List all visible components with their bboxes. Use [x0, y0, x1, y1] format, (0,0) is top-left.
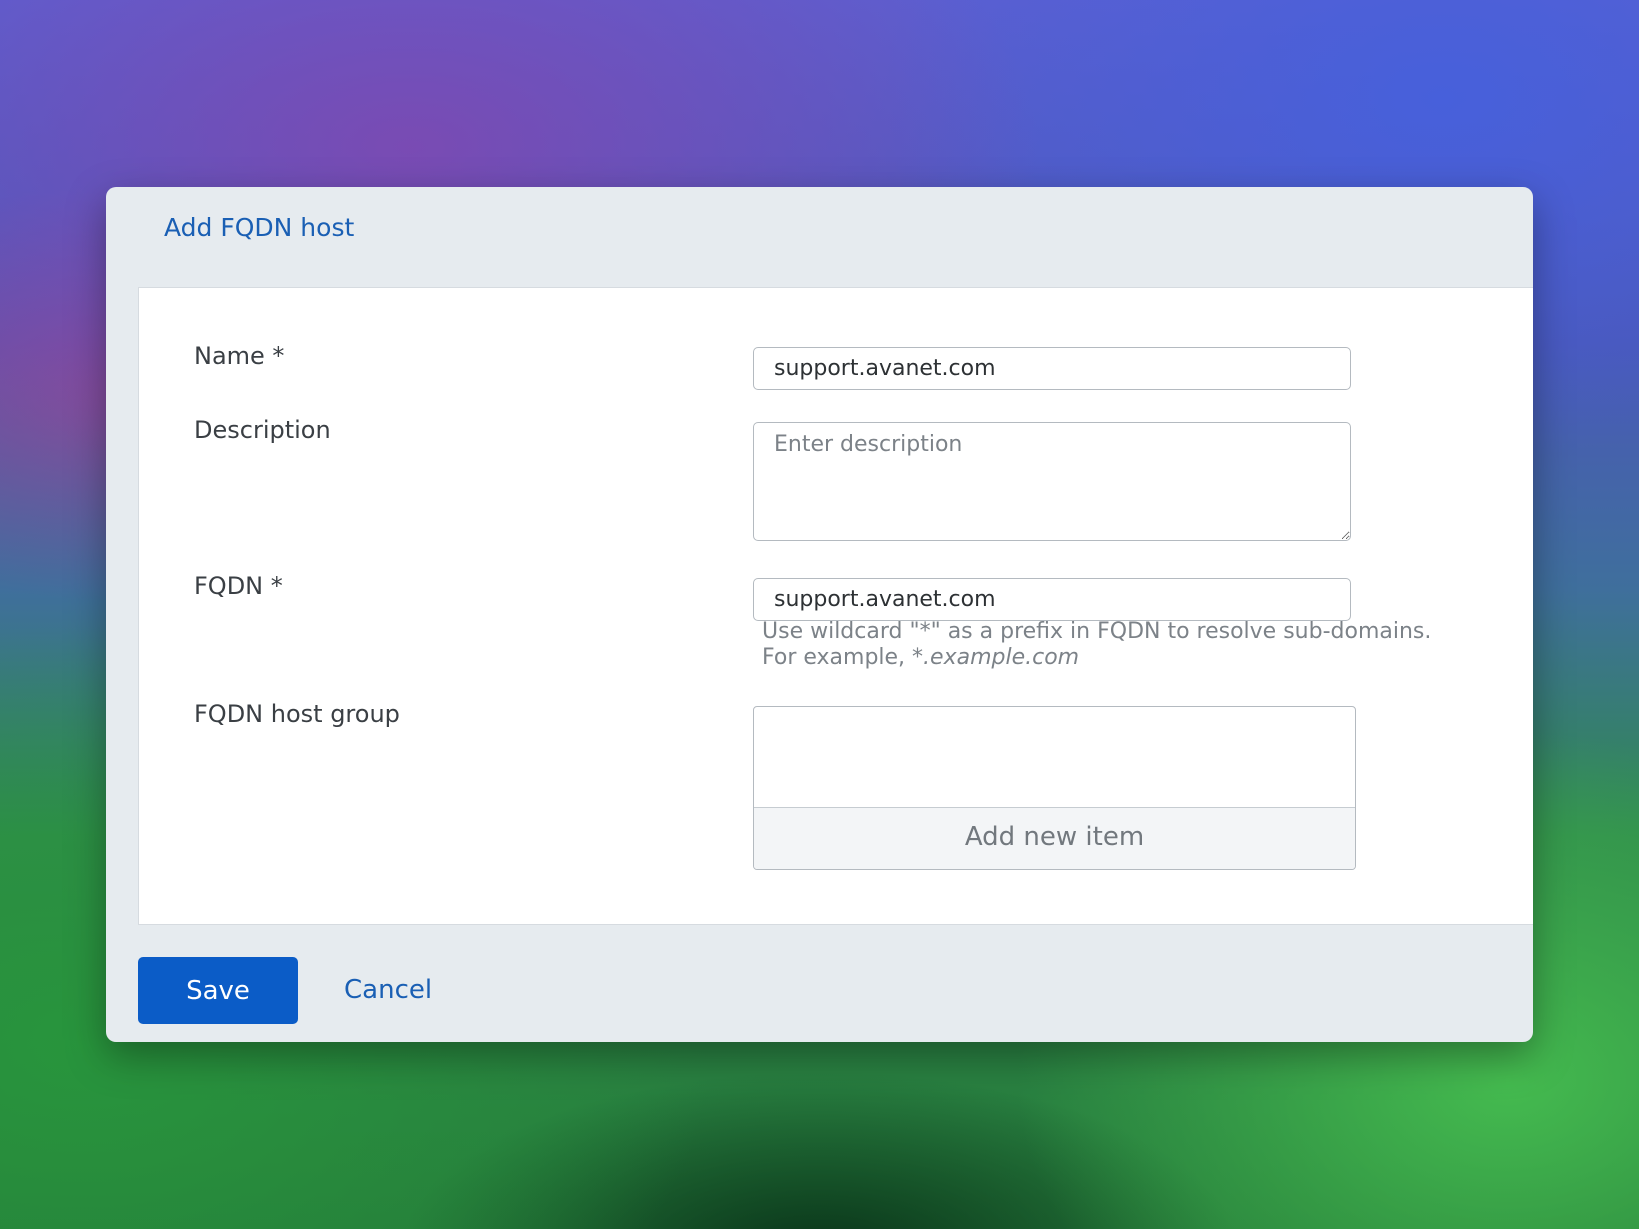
- name-input[interactable]: [753, 347, 1351, 390]
- form-body: Name * Description FQDN * Use wildcard "…: [138, 287, 1533, 925]
- fqdn-host-group-picker: Add new item: [753, 706, 1356, 870]
- name-label: Name *: [194, 342, 285, 370]
- add-fqdn-host-dialog: Add FQDN host Name * Description FQDN * …: [106, 187, 1533, 1042]
- fqdn-hint-prefix: For example,: [762, 645, 913, 670]
- description-label: Description: [194, 416, 331, 444]
- fqdn-hint-example: *.example.com: [912, 645, 1080, 670]
- cancel-link[interactable]: Cancel: [344, 972, 432, 1008]
- fqdn-hint-line1: Use wildcard "*" as a prefix in FQDN to …: [762, 619, 1432, 644]
- dialog-title: Add FQDN host: [164, 213, 355, 242]
- dialog-header: Add FQDN host: [106, 187, 1533, 287]
- fqdn-hint-line2: For example, *.example.com: [762, 645, 1431, 671]
- desktop-wallpaper: Add FQDN host Name * Description FQDN * …: [0, 0, 1639, 1229]
- fqdn-label: FQDN *: [194, 572, 283, 600]
- fqdn-input[interactable]: [753, 578, 1351, 621]
- fqdn-hint: Use wildcard "*" as a prefix in FQDN to …: [762, 619, 1431, 671]
- description-textarea[interactable]: [753, 422, 1351, 541]
- fqdn-host-group-list[interactable]: [754, 707, 1355, 807]
- save-button[interactable]: Save: [138, 957, 298, 1024]
- add-new-item-button[interactable]: Add new item: [754, 807, 1355, 869]
- fqdn-host-group-label: FQDN host group: [194, 700, 400, 728]
- dialog-footer: Save Cancel: [106, 925, 1533, 1042]
